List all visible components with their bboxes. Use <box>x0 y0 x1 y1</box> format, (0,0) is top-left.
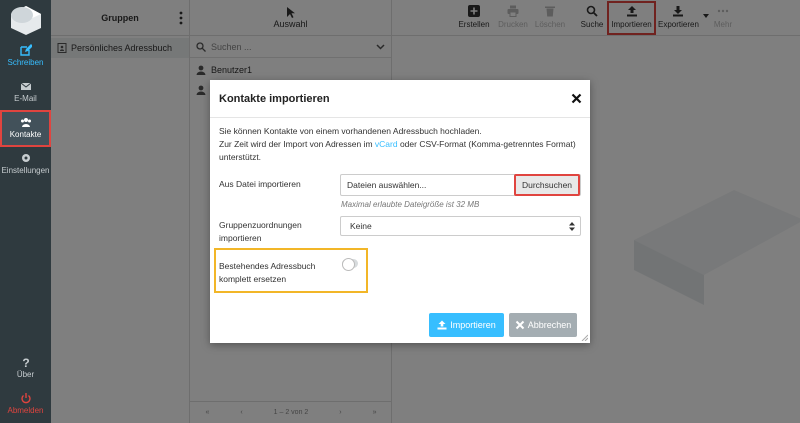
nav-mail-label: E-Mail <box>14 94 37 103</box>
mail-icon <box>20 82 31 90</box>
select-arrows-icon <box>569 222 575 231</box>
gear-icon <box>21 154 30 162</box>
intro-line-1: Sie können Kontakte von einem vorhandene… <box>219 126 482 136</box>
nav-mail[interactable]: E-Mail <box>0 76 51 112</box>
vcard-link[interactable]: vCard <box>375 139 398 149</box>
intro-line-2: Zur Zeit wird der Import von Adressen im… <box>219 138 579 164</box>
group-assignment-select[interactable]: Keine <box>340 216 581 236</box>
nav-settings[interactable]: Einstellungen <box>0 148 51 184</box>
nav-about[interactable]: ? Über <box>0 352 51 388</box>
intro-text-a: Zur Zeit wird der Import von Adressen im <box>219 139 375 149</box>
group-assignment-label: Gruppenzuordnungen importieren <box>219 220 302 243</box>
nav-compose-label: Schreiben <box>7 58 44 67</box>
resize-handle-icon[interactable] <box>581 334 588 341</box>
nav-contacts[interactable]: Kontakte <box>0 110 51 147</box>
replace-addressbook-label: Bestehendes Adressbuch komplett ersetzen <box>219 261 316 284</box>
dialog-intro: Sie können Kontakte von einem vorhandene… <box>219 125 579 164</box>
file-chooser[interactable]: Dateien auswählen... Durchsuchen <box>340 174 581 196</box>
nav-logout[interactable]: Abmelden <box>0 388 51 423</box>
max-size-hint: Maximal erlaubte Dateigröße ist 32 MB <box>341 200 480 209</box>
question-icon: ? <box>22 356 29 368</box>
group-assignment-value: Keine <box>350 221 372 231</box>
import-contacts-dialog: Kontakte importieren Sie können Kontakte… <box>210 80 590 343</box>
close-icon <box>515 320 524 330</box>
dialog-title: Kontakte importieren <box>210 80 590 118</box>
svg-text:?: ? <box>22 356 29 368</box>
browse-button[interactable]: Durchsuchen <box>514 174 580 196</box>
compose-icon <box>19 44 32 56</box>
left-nav: Schreiben E-Mail Kontakte Einstellungen … <box>0 0 51 423</box>
nav-about-label: Über <box>16 370 35 379</box>
logo-icon <box>11 6 41 35</box>
nav-compose[interactable]: Schreiben <box>0 40 51 76</box>
import-submit-label: Importieren <box>450 320 496 330</box>
nav-logout-label: Abmelden <box>7 406 44 415</box>
replace-addressbook-toggle[interactable] <box>342 258 358 271</box>
power-icon <box>20 393 31 404</box>
file-import-label: Aus Datei importieren <box>219 179 301 189</box>
upload-icon <box>437 320 447 330</box>
file-placeholder: Dateien auswählen... <box>347 180 427 190</box>
nav-settings-label: Einstellungen <box>1 166 50 175</box>
close-icon[interactable] <box>571 93 582 104</box>
cancel-button[interactable]: Abbrechen <box>509 313 577 337</box>
import-submit-button[interactable]: Importieren <box>429 313 504 337</box>
nav-contacts-label: Kontakte <box>9 130 42 139</box>
cancel-label: Abbrechen <box>527 320 572 330</box>
contacts-icon <box>20 118 31 127</box>
